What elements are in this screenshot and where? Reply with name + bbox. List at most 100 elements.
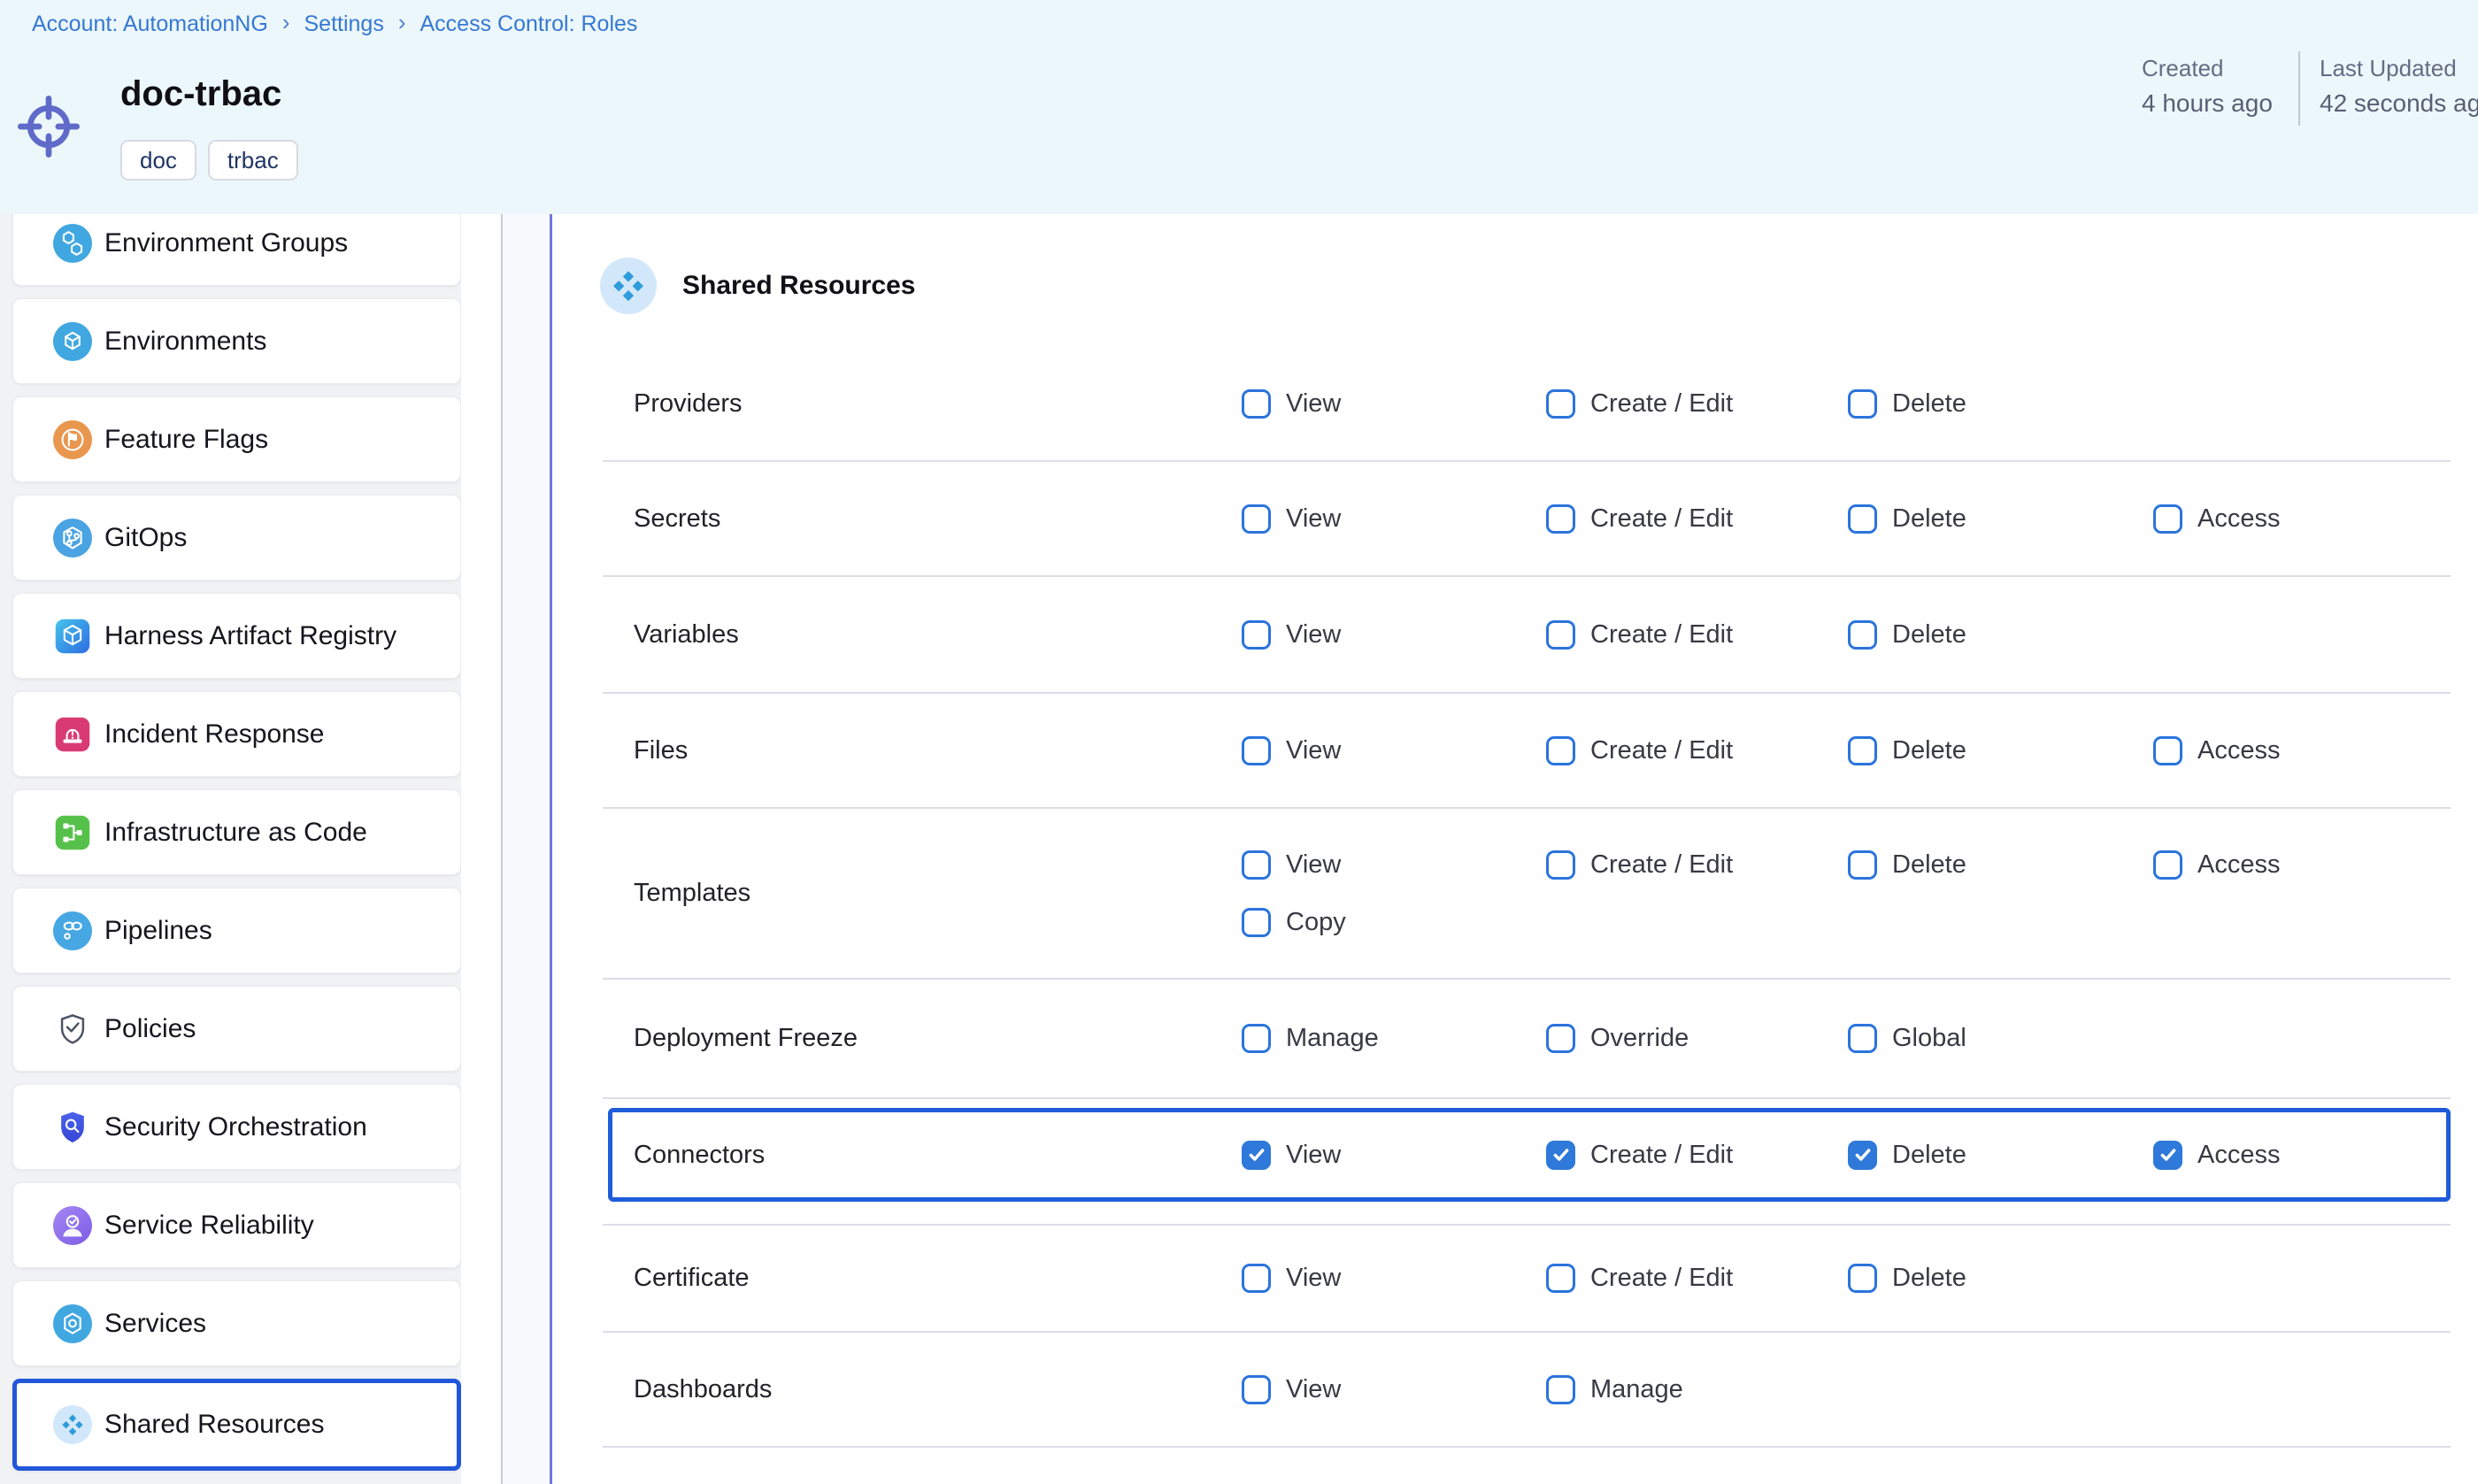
permission-view[interactable]: View	[1242, 620, 1546, 650]
permission-manage[interactable]: Manage	[1242, 1024, 1546, 1053]
gitops-icon	[53, 519, 92, 557]
breadcrumb-separator: ›	[398, 9, 406, 36]
panel-splitter[interactable]	[501, 214, 552, 1484]
permission-delete[interactable]: Delete	[1848, 389, 2153, 419]
checkbox-global[interactable]	[1848, 1024, 1877, 1053]
sidebar-item-shared-resources[interactable]: Shared Resources	[12, 1379, 461, 1471]
sidebar-item-environment-groups[interactable]: Environment Groups	[12, 214, 461, 286]
permission-line: ViewCreate / EditDelete	[1242, 606, 2451, 664]
checkbox-override[interactable]	[1546, 1024, 1575, 1053]
role-target-icon	[13, 91, 84, 162]
checkbox-view[interactable]	[1242, 1141, 1271, 1170]
permission-label: Create / Edit	[1590, 1141, 1733, 1170]
permission-create-edit[interactable]: Create / Edit	[1546, 850, 1848, 880]
breadcrumb-link-account-automationng[interactable]: Account: AutomationNG	[32, 12, 268, 37]
permission-access[interactable]: Access	[2153, 850, 2451, 880]
checkbox-create-edit[interactable]	[1546, 504, 1575, 534]
breadcrumb: Account: AutomationNG›Settings›Access Co…	[32, 11, 637, 38]
permission-label: View	[1286, 504, 1341, 534]
checkbox-view[interactable]	[1242, 1264, 1271, 1293]
breadcrumb-link-access-control-roles[interactable]: Access Control: Roles	[420, 12, 638, 37]
checkbox-access[interactable]	[2153, 736, 2182, 765]
permission-view[interactable]: View	[1242, 850, 1546, 880]
permission-create-edit[interactable]: Create / Edit	[1546, 736, 1848, 765]
checkbox-manage[interactable]	[1242, 1024, 1271, 1053]
checkbox-delete[interactable]	[1848, 504, 1877, 534]
permission-manage[interactable]: Manage	[1546, 1375, 1848, 1404]
sidebar-item-label: Services	[104, 1309, 206, 1339]
checkbox-view[interactable]	[1242, 389, 1271, 419]
permission-access[interactable]: Access	[2153, 504, 2451, 534]
permission-global[interactable]: Global	[1848, 1024, 2153, 1053]
permission-delete[interactable]: Delete	[1848, 1141, 2153, 1170]
sidebar-item-incident-response[interactable]: Incident Response	[12, 691, 461, 777]
permission-row-deployment-freeze: Deployment FreezeManageOverrideGlobal	[603, 980, 2451, 1099]
checkbox-access[interactable]	[2153, 504, 2182, 534]
sidebar-item-harness-artifact-registry[interactable]: Harness Artifact Registry	[12, 593, 461, 679]
sidebar-item-feature-flags[interactable]: Feature Flags	[12, 396, 461, 482]
permission-view[interactable]: View	[1242, 504, 1546, 534]
breadcrumb-link-settings[interactable]: Settings	[304, 12, 383, 37]
permission-delete[interactable]: Delete	[1848, 620, 2153, 650]
sidebar-item-services[interactable]: Services	[12, 1280, 461, 1366]
permission-create-edit[interactable]: Create / Edit	[1546, 1141, 1848, 1170]
permission-lines: ViewCreate / EditDelete	[1242, 577, 2451, 692]
permission-delete[interactable]: Delete	[1848, 1264, 2153, 1293]
checkbox-delete[interactable]	[1848, 620, 1877, 650]
checkbox-delete[interactable]	[1848, 1141, 1877, 1170]
permission-delete[interactable]: Delete	[1848, 850, 2153, 880]
permission-copy[interactable]: Copy	[1242, 908, 1546, 937]
sidebar-item-policies[interactable]: Policies	[12, 986, 461, 1072]
permission-row-templates: TemplatesViewCreate / EditDeleteAccessCo…	[603, 809, 2451, 980]
permission-view[interactable]: View	[1242, 736, 1546, 765]
permission-delete[interactable]: Delete	[1848, 504, 2153, 534]
checkbox-create-edit[interactable]	[1546, 620, 1575, 650]
checkbox-copy[interactable]	[1242, 908, 1271, 937]
checkbox-access[interactable]	[2153, 1141, 2182, 1170]
checkbox-manage[interactable]	[1546, 1375, 1575, 1404]
checkbox-create-edit[interactable]	[1546, 1141, 1575, 1170]
checkbox-access[interactable]	[2153, 850, 2182, 880]
sidebar-item-gitops[interactable]: GitOps	[12, 495, 461, 581]
permission-create-edit[interactable]: Create / Edit	[1546, 1264, 1848, 1293]
permission-label: Create / Edit	[1590, 389, 1733, 419]
permission-create-edit[interactable]: Create / Edit	[1546, 620, 1848, 650]
checkbox-view[interactable]	[1242, 620, 1271, 650]
checkbox-delete[interactable]	[1848, 1264, 1877, 1293]
checkbox-create-edit[interactable]	[1546, 736, 1575, 765]
permission-row-files: FilesViewCreate / EditDeleteAccess	[603, 694, 2451, 809]
checkbox-view[interactable]	[1242, 736, 1271, 765]
checkbox-view[interactable]	[1242, 504, 1271, 534]
permission-access[interactable]: Access	[2153, 736, 2451, 765]
resource-label: Variables	[603, 577, 1242, 692]
permission-view[interactable]: View	[1242, 1375, 1546, 1404]
permission-row-certificate: CertificateViewCreate / EditDelete	[603, 1226, 2451, 1333]
permission-view[interactable]: View	[1242, 389, 1546, 419]
permission-lines: ManageOverrideGlobal	[1242, 980, 2451, 1097]
sidebar-item-label: Shared Resources	[104, 1410, 324, 1440]
checkbox-create-edit[interactable]	[1546, 389, 1575, 419]
permission-delete[interactable]: Delete	[1848, 736, 2153, 765]
permission-row-connectors: ConnectorsViewCreate / EditDeleteAccess	[603, 1108, 2451, 1226]
checkbox-delete[interactable]	[1848, 389, 1877, 419]
sidebar-item-service-reliability[interactable]: Service Reliability	[12, 1182, 461, 1268]
checkbox-create-edit[interactable]	[1546, 850, 1575, 880]
permission-line: ViewCreate / EditDelete	[1242, 1249, 2451, 1307]
sidebar-item-infrastructure-as-code[interactable]: Infrastructure as Code	[12, 789, 461, 875]
permission-view[interactable]: View	[1242, 1264, 1546, 1293]
checkbox-view[interactable]	[1242, 1375, 1271, 1404]
permission-create-edit[interactable]: Create / Edit	[1546, 504, 1848, 534]
shared-resources-icon	[53, 1405, 92, 1444]
sidebar-item-pipelines[interactable]: Pipelines	[12, 888, 461, 973]
sidebar-item-security-orchestration[interactable]: Security Orchestration	[12, 1084, 461, 1170]
permission-view[interactable]: View	[1242, 1141, 1546, 1170]
checkbox-create-edit[interactable]	[1546, 1264, 1575, 1293]
checkbox-view[interactable]	[1242, 850, 1271, 880]
permission-access[interactable]: Access	[2153, 1141, 2446, 1170]
sidebar-item-environments[interactable]: Environments	[12, 298, 461, 384]
permission-label: Delete	[1892, 850, 1966, 880]
checkbox-delete[interactable]	[1848, 736, 1877, 765]
permission-override[interactable]: Override	[1546, 1024, 1848, 1053]
checkbox-delete[interactable]	[1848, 850, 1877, 880]
permission-create-edit[interactable]: Create / Edit	[1546, 389, 1848, 419]
